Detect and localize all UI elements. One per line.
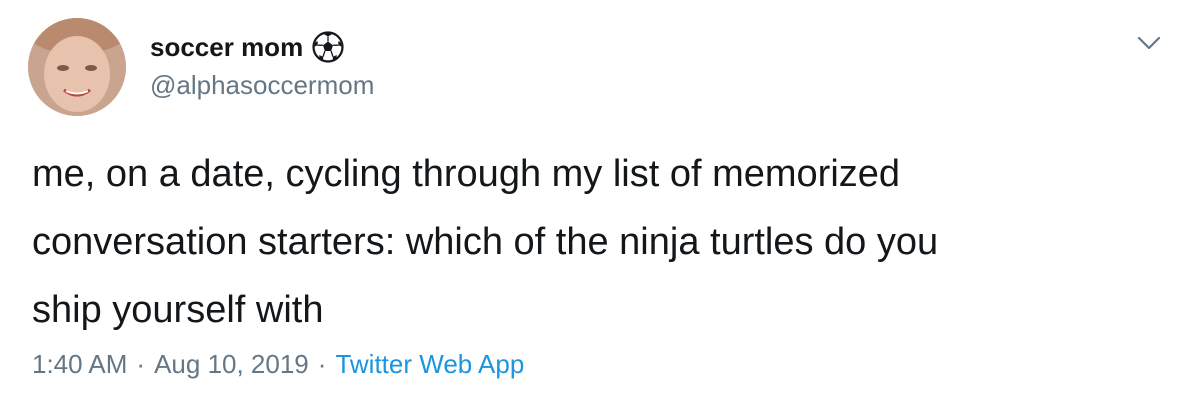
author-display-name-row[interactable]: soccer mom xyxy=(150,30,345,64)
author-handle[interactable]: @alphasoccermom xyxy=(150,68,374,102)
tweet-card: soccer mom @alphasoccermom me, on a date… xyxy=(0,0,1194,412)
separator-dot: · xyxy=(136,349,146,379)
avatar-image xyxy=(28,18,126,116)
tweet-date[interactable]: Aug 10, 2019 xyxy=(154,349,309,379)
tweet-metadata: 1:40 AM · Aug 10, 2019 · Twitter Web App xyxy=(32,346,524,382)
separator-dot: · xyxy=(317,349,327,379)
soccer-ball-icon xyxy=(311,30,345,64)
tweet-text: me, on a date, cycling through my list o… xyxy=(32,153,939,331)
avatar[interactable] xyxy=(28,18,126,116)
chevron-down-icon[interactable] xyxy=(1134,28,1164,58)
tweet-time[interactable]: 1:40 AM xyxy=(32,349,127,379)
author-display-name[interactable]: soccer mom xyxy=(150,30,303,64)
tweet-source-link[interactable]: Twitter Web App xyxy=(335,349,524,379)
